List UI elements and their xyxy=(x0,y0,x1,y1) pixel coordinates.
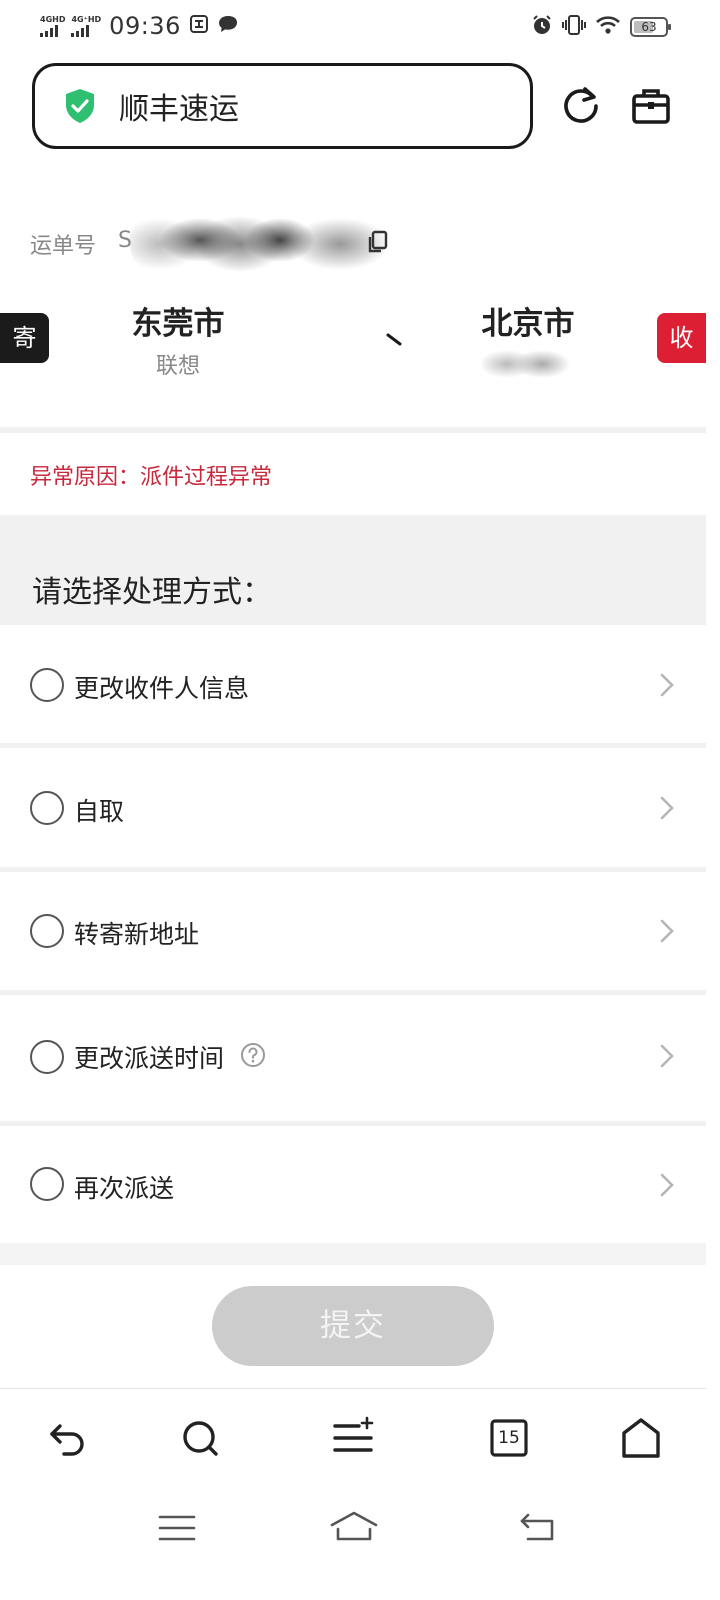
chevron-right-icon xyxy=(660,1173,674,1197)
message-notification-icon xyxy=(217,14,239,38)
status-time: 09:36 xyxy=(109,12,181,40)
chevron-right-icon xyxy=(660,1044,674,1068)
browser-bottom-bar: 15 xyxy=(0,1388,706,1568)
chevron-right-icon xyxy=(660,673,674,697)
chevron-right-icon xyxy=(660,919,674,943)
origin-city: 东莞市 xyxy=(131,306,225,342)
option-label: 更改收件人信息 xyxy=(74,674,250,703)
wifi-icon xyxy=(595,15,621,39)
signal-bars-icon xyxy=(40,25,58,37)
copy-button[interactable] xyxy=(366,230,388,254)
signal-1: 4GHD xyxy=(40,15,65,37)
alarm-icon xyxy=(531,14,553,40)
radio-button[interactable] xyxy=(30,914,64,948)
system-home-icon[interactable] xyxy=(330,1509,378,1543)
radio-button[interactable] xyxy=(30,1040,64,1074)
option-label: 再次派送 xyxy=(74,1174,175,1203)
status-left: 4GHD 4G⁺HD 09:36 xyxy=(40,12,239,40)
option-self-pickup[interactable]: 自取 xyxy=(0,748,706,867)
submit-button[interactable]: 提交 xyxy=(212,1286,494,1366)
chevron-right-icon xyxy=(660,796,674,820)
handling-title: 请选择处理方式： xyxy=(32,575,272,610)
destination-city: 北京市 xyxy=(481,306,575,342)
receiver-tag: 收 xyxy=(657,313,706,363)
menu-icon[interactable] xyxy=(331,1416,375,1460)
sender-tag: 寄 xyxy=(0,313,49,363)
option-label: 转寄新地址 xyxy=(74,920,200,949)
radio-button[interactable] xyxy=(30,791,64,825)
divider xyxy=(0,1243,706,1265)
handling-section-header: 请选择处理方式： xyxy=(0,515,706,625)
refresh-button[interactable] xyxy=(560,85,602,127)
redacted-receiver-name xyxy=(482,346,570,382)
option-label: 自取 xyxy=(74,797,125,826)
sender-name: 联想 xyxy=(155,354,200,379)
search-icon[interactable] xyxy=(178,1416,222,1460)
signal-bars-icon xyxy=(71,25,90,37)
home-icon[interactable] xyxy=(619,1416,663,1460)
battery-percent: 63 xyxy=(641,20,657,34)
screenshot-notification-icon xyxy=(189,14,209,38)
option-change-recipient[interactable]: 更改收件人信息 xyxy=(0,625,706,743)
system-back-icon[interactable] xyxy=(516,1511,560,1545)
tabs-count: 15 xyxy=(498,1428,520,1448)
network-type-2: 4G⁺HD xyxy=(71,15,102,24)
option-label: 更改派送时间 xyxy=(74,1044,225,1073)
vibrate-icon xyxy=(562,14,586,40)
help-icon[interactable] xyxy=(240,1042,266,1068)
toolbox-icon xyxy=(632,89,670,124)
signal-2: 4G⁺HD xyxy=(71,15,101,37)
back-icon[interactable] xyxy=(46,1416,90,1460)
refresh-icon xyxy=(564,87,598,123)
search-text: 顺丰速运 xyxy=(119,92,239,127)
option-redeliver[interactable]: 再次派送 xyxy=(0,1126,706,1243)
copy-icon xyxy=(368,230,388,253)
recent-apps-icon[interactable] xyxy=(156,1511,200,1545)
toolbox-button[interactable] xyxy=(630,85,672,127)
search-bar[interactable]: 顺丰速运 xyxy=(32,63,533,149)
route-arrow-icon xyxy=(308,333,402,346)
status-bar: 4GHD 4G⁺HD 09:36 63 xyxy=(0,0,706,54)
battery-icon: 63 xyxy=(630,17,671,37)
option-forward-new-address[interactable]: 转寄新地址 xyxy=(0,872,706,990)
radio-button[interactable] xyxy=(30,1167,64,1201)
status-right: 63 xyxy=(531,14,671,40)
network-type-1: 4GHD xyxy=(40,15,66,24)
option-change-delivery-time[interactable]: 更改派送时间 xyxy=(0,995,706,1121)
exception-panel: 异常原因：派件过程异常 xyxy=(0,433,706,515)
radio-button[interactable] xyxy=(30,668,64,702)
security-shield-icon xyxy=(63,88,97,124)
exception-reason: 异常原因：派件过程异常 xyxy=(30,465,273,490)
waybill-label: 运单号 xyxy=(30,234,97,259)
tabs-button[interactable]: 15 xyxy=(487,1416,531,1460)
redacted-waybill-number xyxy=(130,210,385,274)
